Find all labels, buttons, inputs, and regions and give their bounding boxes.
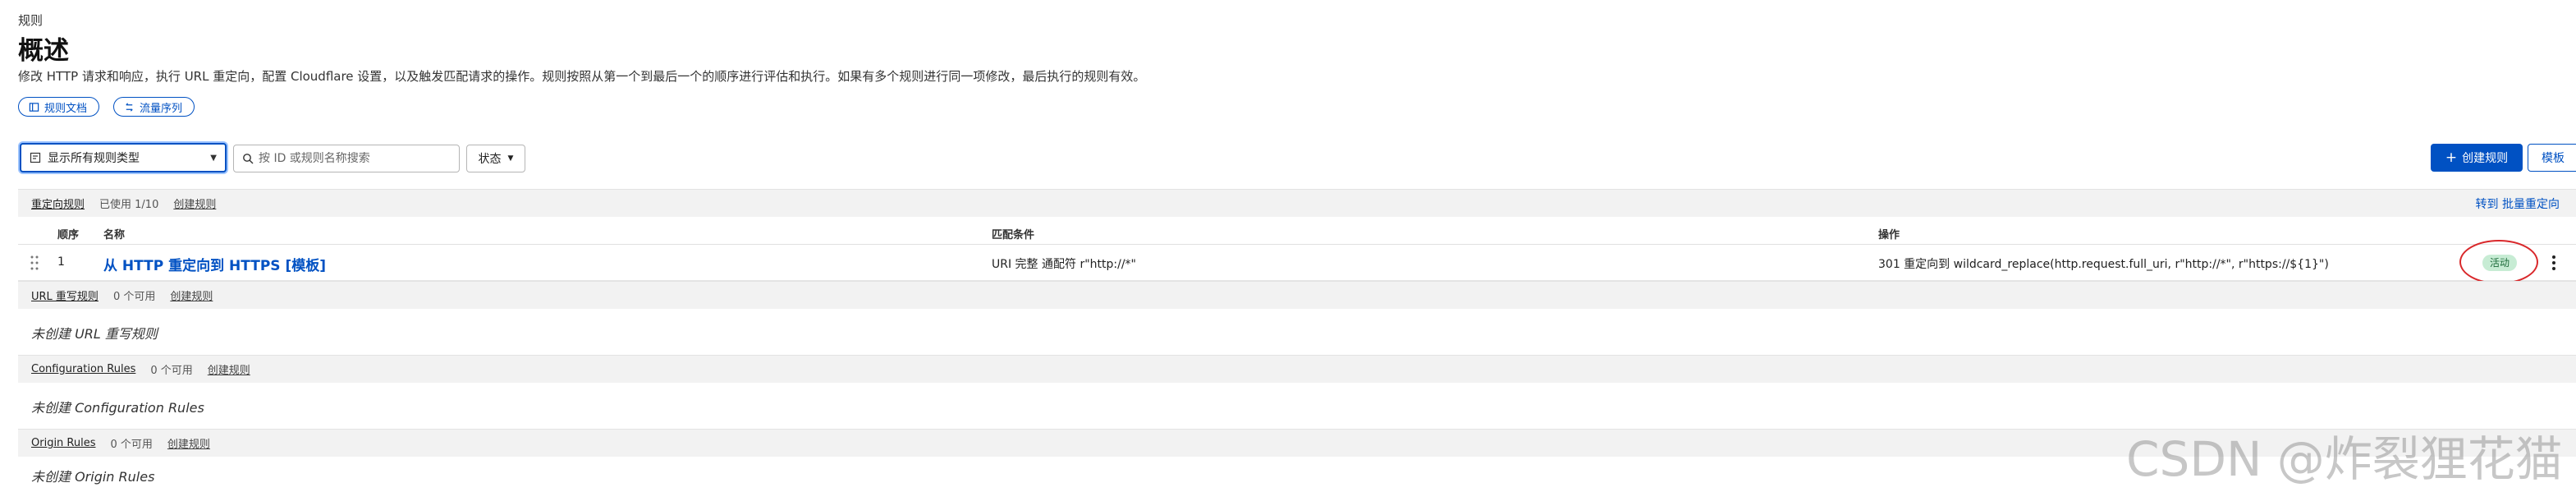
redirect-rules-count: 已使用 1/10 [99,199,159,211]
caret-down-icon: ▼ [507,154,514,163]
rule-type-select[interactable]: 显示所有规则类型 ▼ [20,143,227,172]
redirect-rules-section-header: 重定向规则 已使用 1/10 创建规则 转到 批量重定向 [18,189,2576,217]
search-input[interactable] [259,152,447,165]
rule-order: 1 [57,255,65,269]
url-rewrite-create-link[interactable]: 创建规则 [170,287,213,303]
swap-arrows-icon [126,102,133,112]
configuration-rules-section-header: Configuration Rules 0 个可用 创建规则 [18,355,2576,383]
rule-name-link[interactable]: 从 HTTP 重定向到 HTTPS [模板] [103,254,326,274]
origin-rules-count: 0 个可用 [110,439,153,451]
status-badge: 活动 [2482,255,2518,271]
redirect-rules-table-header: 顺序 名称 匹配条件 操作 [18,220,2576,245]
page-title: 概述 [18,36,69,66]
status-filter-button[interactable]: 状态 ▼ [466,145,525,172]
url-rewrite-title[interactable]: URL 重写规则 [31,287,99,303]
rule-match-expression: URI 完整 通配符 r"http://*" [992,258,1136,271]
rule-action-expression: 301 重定向到 wildcard_replace(http.request.f… [1878,258,2329,271]
create-rule-label: 创建规则 [2462,152,2509,165]
origin-rules-title[interactable]: Origin Rules [31,437,96,449]
url-rewrite-section-header: URL 重写规则 0 个可用 创建规则 [18,281,2576,309]
origin-create-link[interactable]: 创建规则 [167,435,210,451]
url-rewrite-empty-state: 未创建 URL 重写规则 [31,326,158,342]
configuration-rules-count: 0 个可用 [150,365,193,377]
search-icon [243,154,254,164]
rule-search-box[interactable] [233,145,460,172]
plus-icon: + [2445,149,2458,166]
configuration-create-link[interactable]: 创建规则 [208,361,250,377]
more-options-icon[interactable] [2550,253,2558,273]
column-order: 顺序 [57,229,80,241]
configuration-rules-title[interactable]: Configuration Rules [31,363,135,375]
rules-docs-button[interactable]: 规则文档 [18,97,100,117]
drag-handle-icon[interactable] [30,254,39,272]
column-match: 匹配条件 [992,229,1035,241]
traffic-sequence-button[interactable]: 流量序列 [113,97,195,117]
rules-docs-label: 规则文档 [44,102,88,115]
url-rewrite-count: 0 个可用 [112,291,156,303]
rule-type-select-value: 显示所有规则类型 [48,152,140,165]
status-filter-label: 状态 [478,153,502,166]
table-row: 1 从 HTTP 重定向到 HTTPS [模板] URI 完整 通配符 r"ht… [18,240,2576,284]
rules-overview-page: 规则 概述 修改 HTTP 请求和响应，执行 URL 重定向，配置 Cloudf… [0,0,2576,492]
watermark: CSDN @炸裂狸花猫 [2126,431,2563,487]
book-icon [29,102,39,112]
traffic-sequence-label: 流量序列 [140,102,183,115]
chevron-down-icon: ▼ [210,153,217,163]
column-action: 操作 [1878,229,1900,241]
filter-list-icon [30,152,41,163]
templates-label: 模板 [2542,152,2565,165]
create-rule-button[interactable]: + 创建规则 [2431,144,2523,172]
templates-button[interactable]: 模板 [2528,144,2576,172]
bulk-redirect-link[interactable]: 转到 批量重定向 [2476,195,2560,212]
page-description: 修改 HTTP 请求和响应，执行 URL 重定向，配置 Cloudflare 设… [18,69,1146,84]
column-name: 名称 [103,229,126,241]
redirect-rules-title[interactable]: 重定向规则 [31,195,85,211]
breadcrumb[interactable]: 规则 [18,11,43,29]
redirect-create-rule-link[interactable]: 创建规则 [173,195,216,211]
